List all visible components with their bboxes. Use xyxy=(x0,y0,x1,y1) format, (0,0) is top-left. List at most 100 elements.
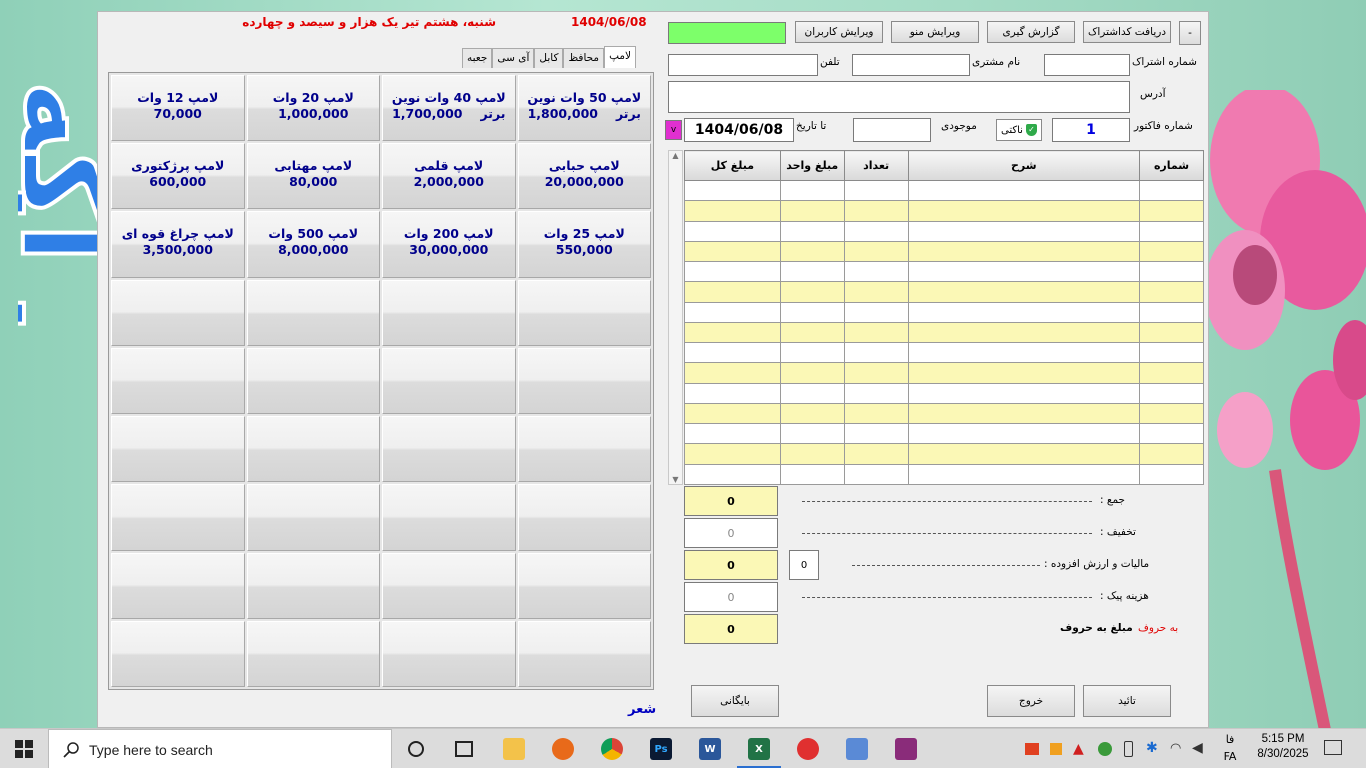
phone-input[interactable] xyxy=(668,54,818,76)
discount-input[interactable]: 0 xyxy=(684,518,778,548)
to-date-input[interactable]: 1404/06/08 xyxy=(684,118,794,142)
table-row[interactable] xyxy=(684,443,1204,465)
empty-product-tile[interactable] xyxy=(517,416,651,483)
table-cell[interactable] xyxy=(907,179,1141,202)
table-row[interactable] xyxy=(684,321,1204,344)
file-explorer-icon[interactable] xyxy=(503,738,525,760)
table-row[interactable] xyxy=(684,240,1204,263)
table-cell[interactable] xyxy=(907,463,1141,486)
product-tile[interactable]: لامپ 20 وات 1,000,000 xyxy=(246,75,380,142)
confirm-button[interactable]: تائید xyxy=(1083,685,1171,717)
exit-button[interactable]: خروج xyxy=(987,685,1075,717)
table-cell[interactable] xyxy=(779,240,845,263)
table-row[interactable] xyxy=(684,402,1204,425)
receive-code-button[interactable]: دریافت کداشتراک xyxy=(1083,21,1171,43)
table-cell[interactable] xyxy=(1139,200,1204,222)
taskbar-search[interactable]: Type here to search xyxy=(48,729,392,768)
table-cell[interactable] xyxy=(779,342,845,364)
table-cell[interactable] xyxy=(907,382,1141,404)
table-cell[interactable] xyxy=(1139,220,1204,242)
chrome-icon[interactable] xyxy=(601,738,623,760)
customer-input[interactable] xyxy=(852,54,970,76)
table-cell[interactable] xyxy=(1139,402,1204,425)
table-cell[interactable] xyxy=(843,342,909,364)
product-tile[interactable]: لامپ 500 وات 8,000,000 xyxy=(246,211,380,278)
edit-menu-button[interactable]: ویرایش منو xyxy=(891,21,979,43)
table-cell[interactable] xyxy=(1139,342,1204,364)
tray-clock[interactable]: 5:15 PM 8/30/2025 xyxy=(1252,733,1314,760)
winrar-icon[interactable] xyxy=(895,738,917,760)
table-cell[interactable] xyxy=(684,443,781,465)
empty-product-tile[interactable] xyxy=(111,620,245,687)
empty-product-tile[interactable] xyxy=(246,416,380,483)
table-cell[interactable] xyxy=(907,423,1141,445)
firefox-icon[interactable] xyxy=(552,738,574,760)
table-cell[interactable] xyxy=(907,240,1141,263)
table-cell[interactable] xyxy=(684,301,781,323)
table-cell[interactable] xyxy=(907,321,1141,344)
table-row[interactable] xyxy=(684,220,1204,242)
empty-product-tile[interactable] xyxy=(111,484,245,551)
table-row[interactable] xyxy=(684,342,1204,364)
empty-product-tile[interactable] xyxy=(246,620,380,687)
tray-volume-icon[interactable]: ◀ xyxy=(1192,740,1203,756)
app-red-icon[interactable] xyxy=(797,738,819,760)
table-cell[interactable] xyxy=(779,200,845,222)
tab-protector[interactable]: محافظ xyxy=(563,48,605,68)
table-cell[interactable] xyxy=(779,443,845,465)
word-icon[interactable]: W xyxy=(699,738,721,760)
document-app-icon[interactable] xyxy=(846,738,868,760)
table-cell[interactable] xyxy=(843,443,909,465)
product-tile[interactable]: لامپ 200 وات 30,000,000 xyxy=(382,211,516,278)
minimize-button[interactable]: - xyxy=(1179,21,1201,45)
table-cell[interactable] xyxy=(843,301,909,323)
table-cell[interactable] xyxy=(1139,240,1204,263)
tray-language[interactable]: فا FA xyxy=(1222,733,1238,763)
empty-product-tile[interactable] xyxy=(111,416,245,483)
report-button[interactable]: گزارش گیری xyxy=(987,21,1075,43)
table-cell[interactable] xyxy=(1139,443,1204,465)
empty-product-tile[interactable] xyxy=(382,620,516,687)
product-tile[interactable]: لامپ قلمی 2,000,000 xyxy=(382,143,516,210)
table-cell[interactable] xyxy=(684,281,781,303)
table-cell[interactable] xyxy=(779,220,845,242)
table-cell[interactable] xyxy=(1139,362,1204,384)
table-row[interactable] xyxy=(684,200,1204,222)
invoice-number-input[interactable]: 1 xyxy=(1052,118,1130,142)
table-cell[interactable] xyxy=(1139,423,1204,445)
table-row[interactable] xyxy=(684,463,1204,486)
empty-product-tile[interactable] xyxy=(382,279,516,346)
subscription-input[interactable] xyxy=(1044,54,1130,76)
empty-product-tile[interactable] xyxy=(382,552,516,619)
table-cell[interactable] xyxy=(684,423,781,445)
tab-ic[interactable]: آی سی xyxy=(492,48,535,68)
table-cell[interactable] xyxy=(684,463,781,486)
notification-icon[interactable] xyxy=(1324,740,1342,755)
tray-usb-icon[interactable] xyxy=(1124,741,1133,757)
product-tile[interactable]: لامپ پرژکتوری 600,000 xyxy=(111,143,245,210)
table-row[interactable] xyxy=(684,261,1204,283)
table-cell[interactable] xyxy=(843,382,909,404)
empty-product-tile[interactable] xyxy=(517,347,651,415)
table-cell[interactable] xyxy=(779,362,845,384)
table-cell[interactable] xyxy=(907,261,1141,283)
table-row[interactable] xyxy=(684,423,1204,445)
scroll-up-icon[interactable]: ▲ xyxy=(669,151,682,160)
table-row[interactable] xyxy=(684,301,1204,323)
product-tile[interactable]: لامپ مهتابی 80,000 xyxy=(246,143,380,210)
product-tile[interactable]: لامپ حبابی 20,000,000 xyxy=(517,143,651,210)
table-cell[interactable] xyxy=(1139,463,1204,486)
empty-product-tile[interactable] xyxy=(246,279,380,346)
tray-anydesk-icon[interactable] xyxy=(1025,743,1039,755)
empty-product-tile[interactable] xyxy=(517,484,651,551)
empty-product-tile[interactable] xyxy=(517,620,651,687)
edit-users-button[interactable]: ویرایش کاربران xyxy=(795,21,883,43)
table-cell[interactable] xyxy=(843,402,909,425)
table-row[interactable] xyxy=(684,281,1204,303)
table-cell[interactable] xyxy=(684,240,781,263)
table-cell[interactable] xyxy=(843,179,909,202)
table-cell[interactable] xyxy=(779,261,845,283)
empty-product-tile[interactable] xyxy=(382,416,516,483)
empty-product-tile[interactable] xyxy=(111,552,245,619)
archive-button[interactable]: بایگانی xyxy=(691,685,779,717)
